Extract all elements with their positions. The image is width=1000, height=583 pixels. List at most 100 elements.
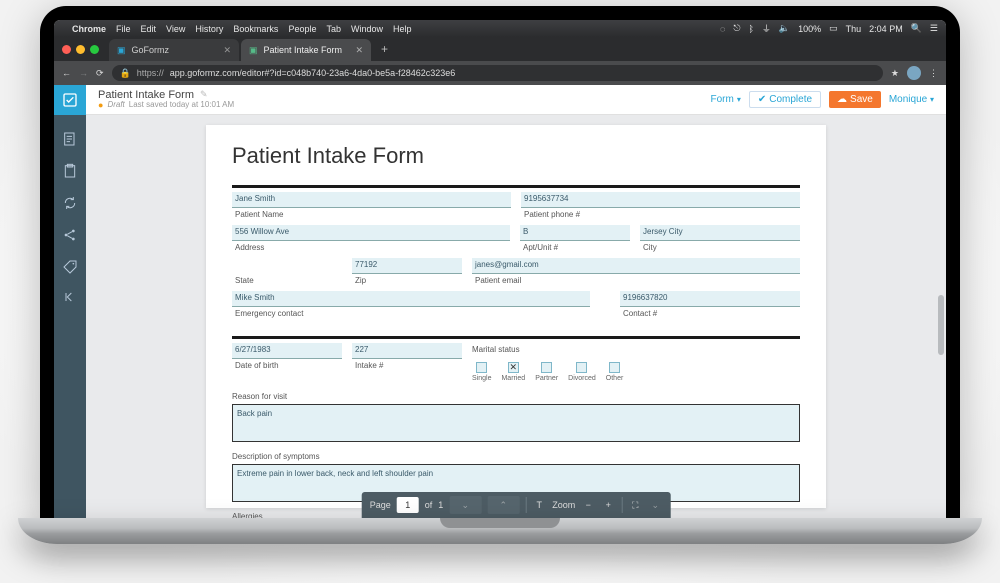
user-menu[interactable]: Monique ▾	[889, 94, 934, 105]
clipboard-rail-icon[interactable]	[62, 163, 78, 179]
laptop-base	[18, 518, 982, 544]
browser-menu-icon[interactable]: ⋮	[929, 68, 938, 79]
zip-label: Zip	[352, 274, 462, 287]
save-button[interactable]: ☁ Save	[829, 91, 881, 108]
marital-married-checkbox[interactable]	[508, 362, 519, 373]
zip-field[interactable]: 77192	[352, 258, 462, 274]
screen: Chrome File Edit View History Bookmarks …	[54, 20, 946, 518]
cloud-icon: ☁	[837, 94, 847, 105]
chevron-down-icon: ▾	[930, 95, 934, 104]
close-toolbar-icon[interactable]: ⌄	[648, 498, 662, 512]
sync-rail-icon[interactable]	[62, 195, 78, 211]
patient-phone-field[interactable]: 9195637734	[521, 192, 800, 208]
emergency-phone-field[interactable]: 9196637820	[620, 291, 800, 307]
nav-reload-icon[interactable]: ⟳	[96, 68, 104, 79]
collapse-rail-icon[interactable]	[62, 289, 78, 305]
symptoms-label: Description of symptoms	[232, 452, 800, 461]
page-number-input[interactable]: 1	[397, 497, 419, 513]
marital-other-checkbox[interactable]	[609, 362, 620, 373]
checkbox-label: Partner	[535, 375, 558, 382]
dob-label: Date of birth	[232, 359, 342, 372]
nav-forward-icon[interactable]: →	[79, 68, 88, 78]
menubar-item[interactable]: History	[195, 24, 223, 34]
window-close[interactable]	[62, 45, 71, 54]
menubar-app[interactable]: Chrome	[72, 24, 106, 34]
extension-icon[interactable]: ★	[891, 68, 899, 79]
tab-favicon: ▣	[117, 45, 126, 56]
complete-button[interactable]: ✔ Complete	[749, 91, 821, 108]
fullscreen-icon[interactable]: ⛶	[628, 498, 642, 512]
city-field[interactable]: Jersey City	[640, 225, 800, 241]
menubar-item[interactable]: File	[116, 24, 131, 34]
tab-close-icon[interactable]: ✕	[355, 45, 363, 56]
zoom-label: Zoom	[552, 500, 575, 510]
url-prefix: https://	[137, 68, 164, 78]
marital-partner-checkbox[interactable]	[541, 362, 552, 373]
profile-avatar[interactable]	[907, 66, 921, 80]
form-dropdown[interactable]: Form ▾	[710, 94, 740, 105]
text-tool-icon[interactable]: T	[532, 498, 546, 512]
menubar-item[interactable]: Window	[351, 24, 383, 34]
window-minimize[interactable]	[76, 45, 85, 54]
document-viewport[interactable]: Patient Intake Form Jane Smith Patient N…	[86, 115, 946, 518]
tab-close-icon[interactable]: ✕	[223, 45, 231, 56]
form-heading: Patient Intake Form	[232, 143, 800, 169]
page-total: 1	[438, 500, 443, 510]
share-rail-icon[interactable]	[62, 227, 78, 243]
page-toolbar: Page 1 of 1 ⌄ ⌃ T Zoom − + ⛶	[362, 492, 671, 518]
battery-percent: 100%	[798, 24, 821, 34]
checkbox-label: Divorced	[568, 375, 596, 382]
marital-divorced-checkbox[interactable]	[576, 362, 587, 373]
reason-field[interactable]: Back pain	[232, 404, 800, 442]
menubar-item[interactable]: Help	[393, 24, 412, 34]
zoom-in-button[interactable]: +	[601, 498, 615, 512]
city-label: City	[640, 241, 800, 254]
scrollbar-thumb[interactable]	[938, 295, 944, 355]
tag-rail-icon[interactable]	[62, 259, 78, 275]
reason-label: Reason for visit	[232, 392, 800, 401]
nav-back-icon[interactable]: ←	[62, 68, 71, 78]
user-name: Monique	[889, 94, 927, 105]
search-icon[interactable]: 🔍	[911, 23, 922, 34]
emergency-name-field[interactable]: Mike Smith	[232, 291, 590, 307]
menubar-item[interactable]: Tab	[326, 24, 341, 34]
address-label: Address	[232, 241, 510, 254]
next-page-button[interactable]: ⌃	[487, 496, 519, 514]
menubar-item[interactable]: People	[288, 24, 316, 34]
new-tab-button[interactable]: +	[373, 42, 396, 56]
menu-icon[interactable]: ☰	[930, 23, 938, 34]
forms-rail-icon[interactable]	[62, 131, 78, 147]
browser-tab-active[interactable]: ▣ Patient Intake Form ✕	[241, 39, 371, 61]
app-logo[interactable]	[54, 85, 86, 115]
laptop-mockup: Chrome File Edit View History Bookmarks …	[40, 6, 960, 544]
checkbox-label: Other	[606, 375, 624, 382]
patient-name-field[interactable]: Jane Smith	[232, 192, 511, 208]
checkbox-label: Single	[472, 375, 491, 382]
window-maximize[interactable]	[90, 45, 99, 54]
scrollbar-track[interactable]	[936, 115, 944, 518]
prev-page-button[interactable]: ⌄	[449, 496, 481, 514]
state-field[interactable]	[232, 258, 342, 274]
url-bar[interactable]: 🔒 https:// app.goformz.com/editor#?id=c0…	[112, 65, 883, 81]
marital-single-checkbox[interactable]	[476, 362, 487, 373]
lock-icon: 🔒	[120, 68, 131, 79]
checkbox-label: Married	[501, 375, 525, 382]
intake-number-field[interactable]: 227	[352, 343, 462, 359]
section-rule	[232, 336, 800, 339]
menubar-item[interactable]: View	[166, 24, 185, 34]
dob-field[interactable]: 6/27/1983	[232, 343, 342, 359]
form-page: Patient Intake Form Jane Smith Patient N…	[206, 125, 826, 508]
menubar-item[interactable]: Edit	[141, 24, 157, 34]
apt-field[interactable]: B	[520, 225, 630, 241]
zoom-out-button[interactable]: −	[581, 498, 595, 512]
separator	[525, 497, 526, 513]
edit-title-icon[interactable]: ✎	[200, 90, 208, 100]
menubar-item[interactable]: Bookmarks	[233, 24, 278, 34]
url-text: app.goformz.com/editor#?id=c048b740-23a6…	[170, 68, 455, 78]
tab-favicon: ▣	[249, 45, 258, 56]
address-field[interactable]: 556 Willow Ave	[232, 225, 510, 241]
email-field[interactable]: janes@gmail.com	[472, 258, 800, 274]
email-label: Patient email	[472, 274, 800, 287]
clock-day: Thu	[846, 24, 862, 34]
browser-tab[interactable]: ▣ GoFormz ✕	[109, 39, 239, 61]
